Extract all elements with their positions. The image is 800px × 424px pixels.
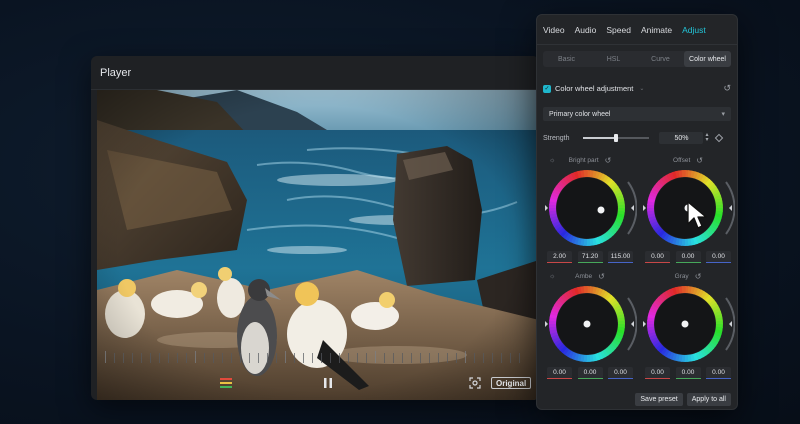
wheel-center[interactable]	[556, 177, 618, 239]
reset-icon[interactable]: ↺	[605, 156, 612, 165]
strength-slider[interactable]	[583, 134, 650, 142]
tab-video[interactable]: Video	[543, 25, 565, 35]
sun-icon: ☼	[549, 156, 556, 164]
reset-icon[interactable]: ↺	[598, 272, 605, 281]
wheel-label: Gray	[674, 272, 689, 280]
keyframe-diamond-icon[interactable]	[715, 133, 724, 143]
wheel-gray: Gray ↺ 0.00 0.00 0.00	[641, 271, 735, 383]
player-controls: Original	[91, 372, 539, 394]
panel-footer: Save preset Apply to all	[537, 389, 737, 409]
left-arrow-icon	[545, 321, 548, 327]
color-wheel-adjustment-row: ✓ Color wheel adjustment ⌄ ↺	[543, 83, 731, 94]
sun-icon: ☼	[549, 272, 556, 280]
hue-ring-segment	[681, 286, 686, 294]
strength-row: Strength 50% ▴ ▾	[543, 132, 731, 144]
subtab-color-wheel[interactable]: Color wheel	[684, 51, 731, 67]
right-arrow-icon	[729, 205, 732, 211]
subtab-hsl[interactable]: HSL	[590, 51, 637, 67]
left-arrow-icon	[545, 205, 548, 211]
subtab-curve[interactable]: Curve	[637, 51, 684, 67]
value-field[interactable]: 2.00	[547, 251, 572, 263]
player-window: Player Original	[91, 56, 539, 400]
player-title: Player	[100, 66, 132, 79]
chevron-down-icon: ▾	[721, 111, 725, 118]
value-field[interactable]: 71.20	[577, 251, 603, 263]
panel-tabs: Video Audio Speed Animate Adjust	[537, 15, 737, 45]
strength-slider-fill	[583, 137, 617, 139]
left-arrow-icon	[643, 205, 646, 211]
hue-ring-segment	[583, 286, 588, 294]
wheel-values: 0.00 0.00 0.00	[547, 367, 633, 379]
wheel-bright-part: ☼ Bright part ↺ 2.00 71.20 115.00	[543, 155, 637, 267]
value-field[interactable]: 0.00	[706, 367, 731, 379]
wheel-type-value: Primary color wheel	[549, 110, 611, 118]
wheel-ambe: ☼ Ambe ↺ 0.00 0.00 0.00	[543, 271, 637, 383]
value-field[interactable]: 115.00	[608, 251, 633, 263]
reset-icon[interactable]: ↺	[696, 156, 703, 165]
tab-animate[interactable]: Animate	[641, 25, 672, 35]
right-arrow-icon	[631, 205, 634, 211]
player-header: Player	[91, 56, 539, 90]
value-field[interactable]: 0.00	[577, 367, 603, 379]
strength-label: Strength	[543, 134, 570, 142]
strength-stepper[interactable]: ▴ ▾	[705, 132, 708, 143]
color-wheel[interactable]	[543, 165, 637, 251]
left-arrow-icon	[643, 321, 646, 327]
tab-adjust[interactable]: Adjust	[682, 25, 706, 35]
reset-icon[interactable]: ↺	[695, 272, 702, 281]
timeline-ruler[interactable]	[105, 351, 527, 363]
wheel-handle[interactable]	[597, 206, 605, 214]
value-field[interactable]: 0.00	[675, 251, 701, 263]
reset-icon[interactable]: ↺	[723, 83, 731, 94]
adjust-subtabs: Basic HSL Curve Color wheel	[543, 51, 731, 67]
color-wheel[interactable]	[543, 281, 637, 367]
color-wheel[interactable]	[641, 281, 735, 367]
tab-audio[interactable]: Audio	[575, 25, 597, 35]
hue-ring-segment	[681, 170, 686, 178]
wheel-label: Bright part	[568, 156, 599, 164]
right-arrow-icon	[631, 321, 634, 327]
value-field[interactable]: 0.00	[645, 251, 670, 263]
value-field[interactable]: 0.00	[675, 367, 701, 379]
subtab-basic[interactable]: Basic	[543, 51, 590, 67]
value-field[interactable]: 0.00	[547, 367, 572, 379]
expand-caret-icon[interactable]: ⌄	[639, 85, 644, 92]
waveform-icon[interactable]	[219, 372, 233, 394]
save-preset-button[interactable]: Save preset	[635, 392, 683, 406]
apply-to-all-button[interactable]: Apply to all	[686, 392, 731, 406]
value-field[interactable]: 0.00	[645, 367, 670, 379]
strength-input[interactable]: 50%	[659, 132, 704, 144]
fit-screen-icon[interactable]	[468, 372, 482, 394]
original-ratio-button[interactable]: Original	[491, 377, 532, 389]
wheel-label: Offset	[673, 156, 691, 164]
wheel-handle[interactable]	[681, 320, 689, 328]
wheel-type-select[interactable]: Primary color wheel ▾	[543, 107, 731, 121]
value-field[interactable]: 0.00	[608, 367, 633, 379]
color-wheel-adjustment-label: Color wheel adjustment	[555, 84, 634, 93]
strength-slider-handle[interactable]	[614, 134, 619, 142]
wheel-values: 0.00 0.00 0.00	[645, 367, 731, 379]
hue-ring-segment	[583, 170, 588, 178]
wheel-label: Ambe	[575, 272, 593, 280]
pause-icon[interactable]	[322, 372, 334, 394]
wheel-values: 0.00 0.00 0.00	[645, 251, 731, 263]
right-arrow-icon	[729, 321, 732, 327]
wheel-values: 2.00 71.20 115.00	[547, 251, 633, 263]
mouse-pointer-icon	[687, 201, 707, 229]
wheel-handle[interactable]	[583, 320, 591, 328]
tab-speed[interactable]: Speed	[606, 25, 631, 35]
color-wheel-checkbox[interactable]: ✓	[543, 84, 551, 93]
value-field[interactable]: 0.00	[706, 251, 731, 263]
